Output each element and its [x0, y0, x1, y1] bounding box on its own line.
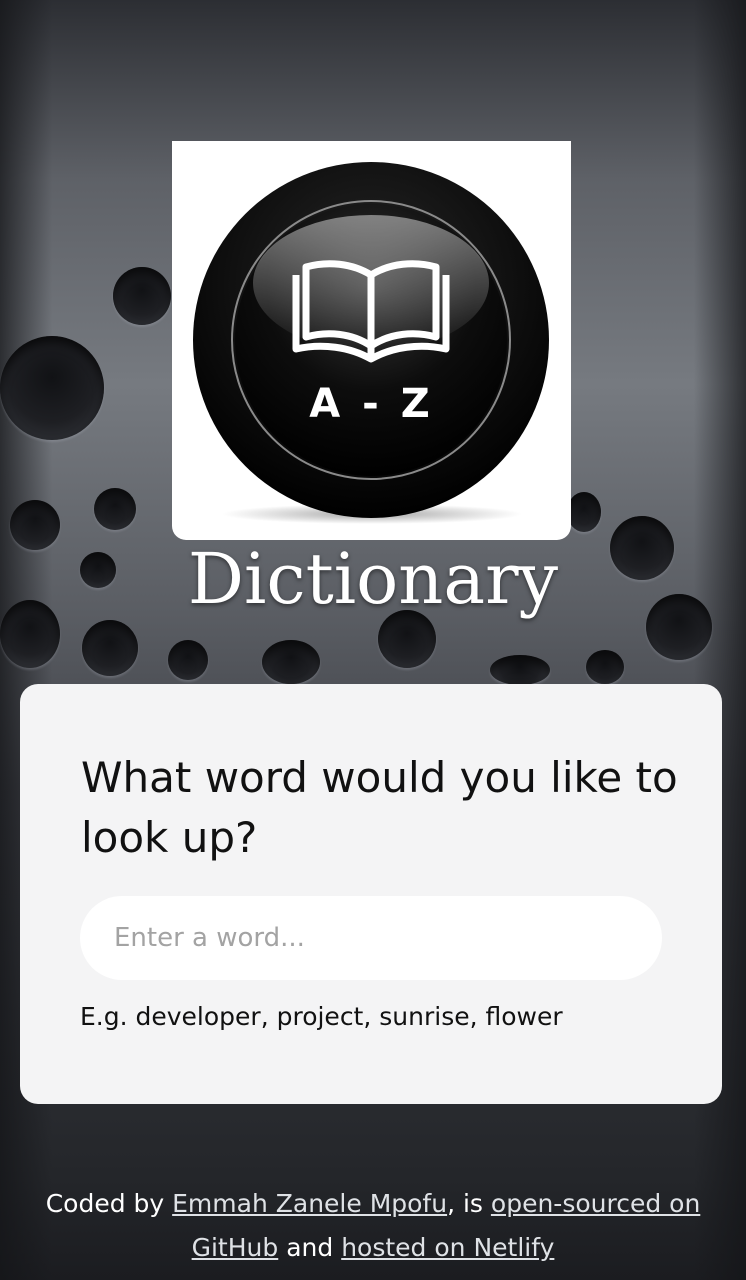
app-logo: A - Z: [172, 141, 571, 540]
background-hole: [262, 640, 320, 684]
footer-coded-by: Coded by: [45, 1189, 173, 1218]
footer-separator: and: [278, 1233, 342, 1262]
background-hole: [586, 650, 624, 684]
background-hole: [94, 488, 136, 530]
search-heading: What word would you like to look up?: [81, 753, 678, 862]
search-card: What word would you like to look up? E.g…: [20, 684, 722, 1104]
background-hole: [0, 336, 104, 440]
background-hole: [168, 640, 208, 680]
book-icon: [193, 162, 549, 524]
search-input[interactable]: [80, 896, 662, 980]
logo-text: A - Z: [309, 381, 434, 427]
author-link[interactable]: Emmah Zanele Mpofu: [172, 1189, 447, 1218]
background-hole: [113, 267, 171, 325]
background-hole: [490, 655, 550, 685]
search-examples: E.g. developer, project, sunrise, flower: [80, 1002, 563, 1031]
background-hole: [567, 492, 601, 532]
netlify-link[interactable]: hosted on Netlify: [341, 1233, 554, 1262]
app-title: Dictionary: [187, 538, 559, 620]
footer-separator: , is: [447, 1189, 491, 1218]
background-hole: [82, 620, 138, 676]
footer: Coded by Emmah Zanele Mpofu, is open-sou…: [0, 1182, 746, 1270]
